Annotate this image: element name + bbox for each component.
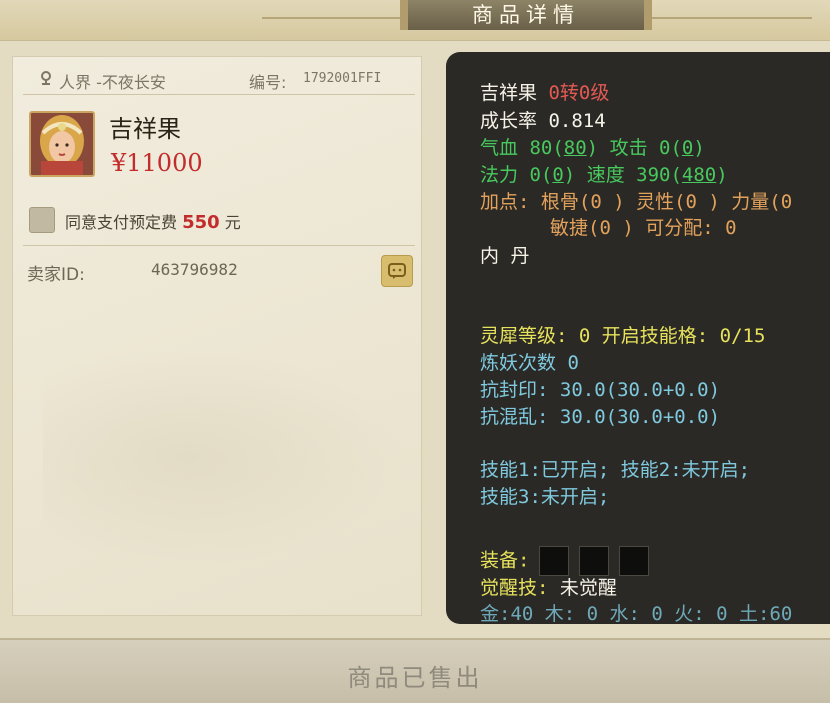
title-ornament-right (652, 17, 812, 19)
attribute-points-line1: 加点: 根骨(0 ) 灵性(0 ) 力量(0 (480, 191, 793, 213)
resist-chaos: 抗混乱: 30.0(30.0+0.0) (480, 406, 721, 428)
skills-line2: 技能3:未开启; (480, 486, 610, 508)
resist-seal: 抗封印: 30.0(30.0+0.0) (480, 379, 721, 401)
hp-value: 气血 80 (480, 137, 553, 159)
atk-max: 0 (681, 137, 694, 159)
lingxi-level: 灵犀等级: 0 开启技能格: 0/15 (480, 325, 766, 347)
awaken-label: 觉醒技: (480, 577, 549, 599)
chat-icon (388, 263, 406, 279)
skills-line1: 技能1:已开启; 技能2:未开启; (480, 459, 751, 481)
mp-max: 0 (552, 164, 564, 186)
neidan-label: 内 丹 (480, 245, 530, 267)
element-values: 金:40 木: 0 水: 0 火: 0 土:60 (480, 603, 793, 624)
pet-name: 吉祥果 (480, 82, 538, 104)
seller-row: 卖家ID: 463796982 (23, 245, 415, 287)
speed-value: 速度 390 (586, 164, 671, 186)
agree-deposit-text: 同意支付预定费 (65, 213, 178, 232)
location-row: 人界 -不夜长安 编号: 1792001FFI (23, 66, 415, 95)
page-title: 商品详情 (400, 0, 652, 30)
equipment-slot-2[interactable] (579, 546, 610, 576)
mp-value: 法力 0 (480, 164, 541, 186)
attribute-points-line2: 敏捷(0 ) 可分配: 0 (550, 217, 737, 239)
equipment-label: 装备: (480, 549, 530, 572)
contact-seller-button[interactable] (381, 255, 413, 287)
status-bar: 商品已售出 (0, 638, 830, 703)
pet-stats-panel: 吉祥果 0转0级 成长率 0.814 气血 80(80) 攻击 0(0) 法力 … (446, 52, 830, 624)
agree-deposit-label[interactable]: 同意支付预定费 550 元 (65, 209, 241, 233)
background-watermark (43, 347, 403, 567)
mp-speed-row: 法力 0(0) 速度 390(480) (480, 164, 728, 186)
deposit-unit: 元 (224, 213, 241, 232)
seller-id-value: 463796982 (151, 260, 238, 279)
equipment-slot-1[interactable] (539, 546, 570, 576)
deposit-amount: 550 (182, 212, 220, 233)
sold-out-status: 商品已售出 (347, 664, 483, 692)
hp-max: 80 (563, 137, 587, 159)
pet-portrait-icon (31, 113, 93, 175)
equipment-slot-3[interactable] (619, 546, 650, 576)
atk-value: 攻击 0 (609, 137, 671, 159)
pet-name-row: 吉祥果 0转0级 (480, 81, 609, 105)
equipment-row: 装备: (480, 546, 650, 576)
title-bar: 商品详情 (0, 0, 830, 40)
location-pin-icon (41, 71, 51, 85)
item-id-value: 1792001FFI (303, 71, 382, 86)
pet-avatar (29, 111, 95, 177)
seller-id-label: 卖家ID: (27, 265, 85, 285)
pet-level: 0转0级 (548, 82, 610, 104)
hp-atk-row: 气血 80(80) 攻击 0(0) (480, 137, 705, 159)
awaken-value: 未觉醒 (559, 577, 617, 599)
speed-max: 480 (681, 164, 717, 186)
awaken-row: 觉醒技: 未觉醒 (480, 576, 617, 600)
item-name: 吉祥果 (109, 115, 181, 143)
location-text: 人界 -不夜长安 (59, 73, 166, 92)
agree-deposit-checkbox[interactable] (29, 207, 55, 233)
growth-rate: 成长率 0.814 (480, 110, 606, 132)
title-ornament-left (262, 17, 400, 19)
item-price: ¥11000 (111, 149, 203, 177)
lianyao-count: 炼妖次数 0 (480, 352, 579, 374)
item-info-panel: 人界 -不夜长安 编号: 1792001FFI 吉祥果 ¥11000 同意支付预… (12, 56, 422, 616)
item-id-label: 编号: (249, 73, 287, 92)
